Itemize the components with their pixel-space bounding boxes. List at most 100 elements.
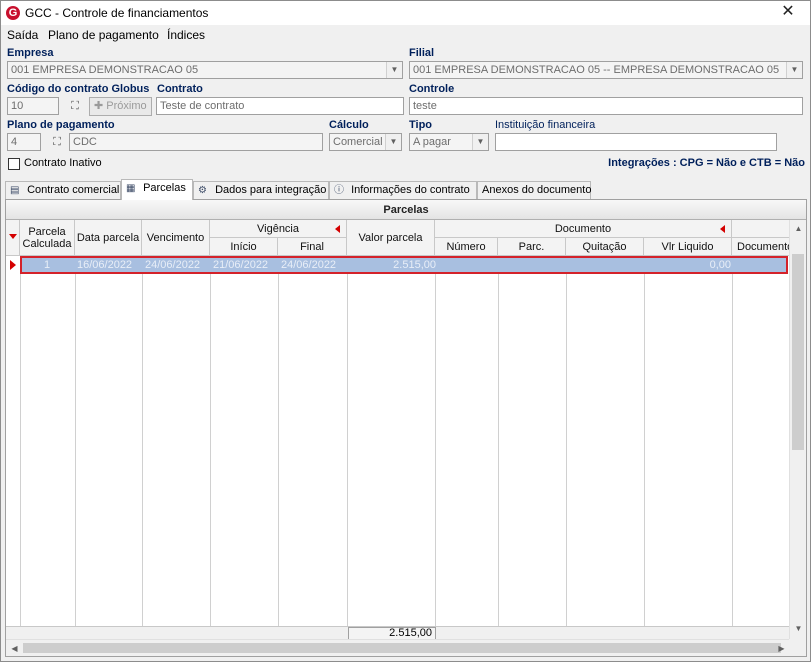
cell-valor-parcela: 2.515,00 [393,259,436,271]
filial-label: Filial [409,47,435,59]
plano-code-input[interactable]: 4 [7,133,41,151]
menu-plano-pagamento[interactable]: Plano de pagamento [48,28,159,42]
menu-saida[interactable]: Saída [7,28,38,42]
codigo-label: Código do contrato Globus [7,83,150,95]
contrato-inativo-label: Contrato Inativo [24,157,102,169]
sort-indicator-icon[interactable] [9,234,17,239]
chevron-down-icon[interactable]: ▼ [472,134,488,150]
scroll-left-icon[interactable]: ◀ [6,644,23,653]
tab-informacoes-contrato[interactable]: ⓘ Informações do contrato [329,181,477,199]
column-divider [347,256,348,626]
horizontal-scrollbar[interactable]: ◀ ▶ [6,639,790,656]
plus-icon: ✚ [94,100,104,112]
proximo-button[interactable]: ✚ Próximo [89,97,152,116]
column-divider [278,256,279,626]
filial-value: 001 EMPRESA DEMONSTRACAO 05 -- EMPRESA D… [413,64,780,76]
row-indicator-header [6,220,20,256]
tab-dados-integracao[interactable]: ⚙ Dados para integração [193,181,329,199]
menu-bar: Saída Plano de pagamento Índices [1,26,810,45]
column-divider [644,256,645,626]
gear-icon: ⚙ [198,185,207,196]
binoculars-icon[interactable]: ⛶ [67,98,83,114]
header-vencimento[interactable]: Vencimento [142,220,210,256]
calculo-value: Comercial [333,136,383,148]
contrato-inativo-checkbox[interactable] [8,158,20,170]
scrollbar-thumb[interactable] [23,643,781,653]
scroll-up-icon[interactable]: ▲ [790,224,806,233]
empresa-value: 001 EMPRESA DEMONSTRACAO 05 [11,64,199,76]
contrato-label: Contrato [157,83,203,95]
plano-label: Plano de pagamento [7,119,115,131]
header-quitacao[interactable]: Quitação [566,238,644,256]
tipo-label: Tipo [409,119,433,131]
header-numero[interactable]: Número [435,238,498,256]
column-divider [142,256,143,626]
chevron-down-icon[interactable]: ▼ [386,62,402,78]
window-title: GCC - Controle de financiamentos [25,6,209,20]
cell-vencimento: 24/06/2022 [145,259,201,271]
parcelas-grid[interactable]: Parcelas Parcela Calculada Data parcela … [5,199,807,657]
cell-data-parcela: 16/06/2022 [77,259,133,271]
calculo-combo[interactable]: Comercial ▼ [329,133,402,151]
header-parcela-calculada[interactable]: Parcela Calculada [20,220,75,256]
column-divider [732,256,733,626]
column-divider [498,256,499,626]
empresa-label: Empresa [7,47,54,59]
header-final[interactable]: Final [278,238,347,256]
header-valor-parcela[interactable]: Valor parcela [347,220,435,256]
main-window: G GCC - Controle de financiamentos ✕ Saí… [0,0,811,662]
contrato-input[interactable]: Teste de contrato [156,97,404,115]
grid-title: Parcelas [6,200,806,220]
scroll-down-icon[interactable]: ▼ [790,624,806,633]
column-divider [435,256,436,626]
cell-final: 24/06/2022 [281,259,337,271]
header-documento-group[interactable]: Documento [435,220,732,238]
header-vigencia[interactable]: Vigência [210,220,347,238]
cell-vlr-liquido: 0,00 [709,259,731,271]
header-vlr-liquido[interactable]: Vlr Liquido [644,238,732,256]
controle-input[interactable]: teste [409,97,803,115]
table-row[interactable]: 1 16/06/2022 24/06/2022 21/06/2022 24/06… [20,256,788,274]
header-inicio[interactable]: Início [210,238,278,256]
tab-contrato-comercial[interactable]: ▤ Contrato comercial [5,181,121,199]
empresa-combo[interactable]: 001 EMPRESA DEMONSTRACAO 05 ▼ [7,61,403,79]
header-documento[interactable]: Documento [732,238,790,256]
controle-label: Controle [409,83,455,95]
cell-inicio: 21/06/2022 [213,259,269,271]
close-button[interactable]: ✕ [766,1,810,25]
tab-parcelas[interactable]: ▦ Parcelas [121,179,193,200]
scrollbar-thumb[interactable] [792,254,804,450]
plano-name-field: CDC [69,133,323,151]
column-divider [210,256,211,626]
page-icon: ▦ [126,183,136,194]
chevron-down-icon[interactable]: ▼ [385,134,401,150]
codigo-input[interactable]: 10 [7,97,59,115]
cell-parcela: 1 [44,259,51,271]
info-icon: ⓘ [334,185,344,196]
vertical-scrollbar[interactable]: ▲ ▼ [789,220,806,640]
tab-anexos-documento[interactable]: Anexos do documento [477,181,591,199]
column-divider [75,256,76,626]
calculo-label: Cálculo [329,119,369,131]
document-icon: ▤ [10,185,20,196]
column-divider [566,256,567,626]
scroll-right-icon[interactable]: ▶ [773,644,790,653]
header-blank [732,220,790,238]
integracoes-status: Integrações : CPG = Não e CTB = Não [608,157,805,169]
column-divider [20,256,21,626]
instituicao-input[interactable] [495,133,777,151]
instituicao-label: Instituição financeira [495,119,596,131]
menu-indices[interactable]: Índices [167,28,205,42]
current-row-indicator-icon [10,260,16,270]
collapse-icon[interactable] [720,225,725,233]
filial-combo[interactable]: 001 EMPRESA DEMONSTRACAO 05 -- EMPRESA D… [409,61,803,79]
resize-grip [789,639,806,656]
tipo-value: A pagar [413,136,451,148]
proximo-label: Próximo [106,100,147,112]
header-parc[interactable]: Parc. [498,238,566,256]
tipo-combo[interactable]: A pagar ▼ [409,133,489,151]
binoculars-icon[interactable]: ⛶ [49,134,65,150]
header-data-parcela[interactable]: Data parcela [75,220,142,256]
chevron-down-icon[interactable]: ▼ [786,62,802,78]
collapse-icon[interactable] [335,225,340,233]
